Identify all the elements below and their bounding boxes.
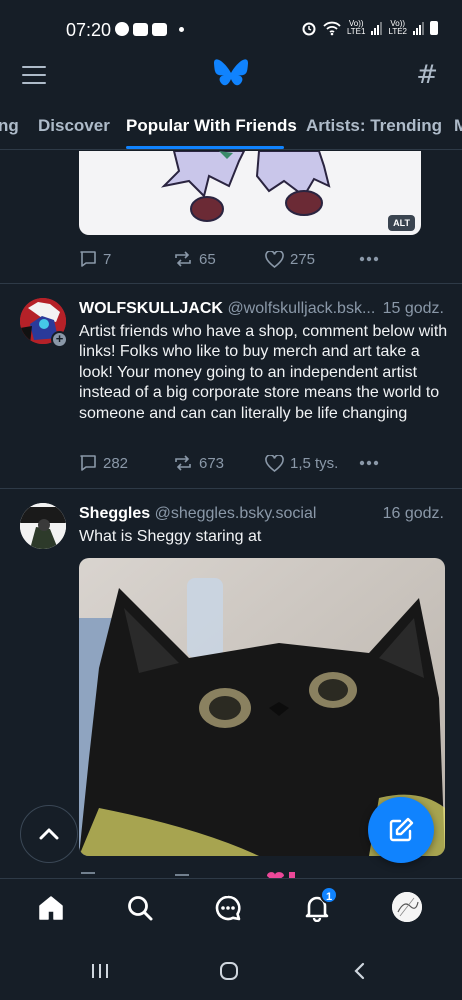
reply-count: 282 — [103, 454, 129, 472]
messenger-icon — [115, 22, 129, 36]
like-count: 275 — [290, 250, 316, 268]
recent-apps-button[interactable] — [91, 962, 109, 985]
chat-bubble-icon — [215, 895, 241, 921]
home-circle-icon — [220, 962, 238, 980]
alarm-icon — [302, 22, 316, 36]
nav-profile-avatar[interactable] — [392, 892, 422, 922]
previous-post-actions: 7 65 275 — [79, 249, 379, 269]
chevron-left-icon — [354, 962, 365, 980]
alt-text-badge[interactable]: ALT — [388, 215, 415, 231]
reply-count: 7 — [103, 250, 112, 268]
repost-button[interactable]: 673 — [173, 454, 224, 472]
previous-post-image[interactable]: ALT — [79, 151, 421, 235]
repost-icon — [175, 455, 191, 471]
post-divider — [0, 488, 462, 489]
reply-icon — [80, 455, 96, 471]
cartoon-illustration — [160, 151, 331, 222]
status-system-icons: Vo)) LTE1 Vo)) LTE2 — [301, 20, 438, 36]
home-icon — [39, 896, 63, 920]
reply-button[interactable]: 7 — [79, 250, 111, 268]
repost-button[interactable]: 65 — [173, 250, 216, 268]
notification-count-badge: 1 — [320, 886, 338, 904]
post-divider — [0, 283, 462, 284]
post-actions: 282 673 1,5 tys. — [79, 453, 379, 473]
repost-icon — [175, 251, 191, 267]
youtube-icon — [152, 22, 167, 36]
status-notification-icons — [115, 22, 184, 36]
nav-chat[interactable] — [213, 893, 243, 923]
ellipsis-icon — [359, 460, 379, 466]
scroll-to-top-button[interactable] — [20, 805, 78, 863]
partial-action-icons — [81, 872, 295, 878]
compose-post-button[interactable] — [368, 797, 434, 863]
post-timestamp[interactable]: 16 godz. — [383, 505, 444, 523]
reply-icon — [80, 251, 96, 267]
tab-more[interactable]: M — [454, 116, 462, 136]
author-handle[interactable]: @wolfskulljack.bsk... — [227, 300, 375, 317]
nav-home[interactable] — [36, 893, 66, 923]
hash-icon[interactable]: # — [416, 60, 438, 90]
status-bar: 07:20 Vo)) LTE1 Vo)) LTE2 — [0, 0, 462, 54]
battery-icon — [430, 21, 438, 35]
author-handle[interactable]: @sheggles.bsky.social — [155, 505, 317, 522]
top-app-bar: # — [0, 54, 462, 98]
ellipsis-icon — [359, 256, 379, 262]
youtube-icon — [133, 22, 148, 36]
tab-discover[interactable]: Discover — [38, 116, 110, 136]
sim1-signal-icon — [371, 21, 383, 35]
heart-icon — [265, 250, 284, 268]
sim1-label: Vo)) LTE1 — [346, 19, 366, 36]
sim2-signal-icon — [413, 21, 424, 35]
reply-button[interactable]: 282 — [79, 454, 128, 472]
active-tab-indicator — [126, 146, 284, 149]
avatar[interactable] — [20, 503, 66, 549]
like-button[interactable]: 275 — [265, 250, 316, 268]
post-text: What is Sheggy staring at — [79, 528, 262, 545]
back-button[interactable] — [352, 962, 366, 985]
chevron-up-icon — [39, 828, 59, 840]
sim2-label: Vo)) LTE2 — [388, 19, 407, 36]
compose-pencil-icon — [389, 817, 414, 842]
sheggles-avatar-image — [20, 503, 66, 549]
author-name[interactable]: WOLFSKULLJACK — [79, 300, 223, 317]
feed-tabs: ng Discover Popular With Friends Artists… — [0, 100, 462, 150]
follow-plus-icon[interactable]: + — [51, 331, 68, 348]
tab-following[interactable]: ng — [0, 116, 19, 136]
wifi-icon — [323, 21, 341, 36]
post-timestamp[interactable]: 15 godz. — [383, 300, 444, 318]
profile-sketch-image — [392, 892, 422, 922]
home-system-button[interactable] — [219, 962, 239, 985]
android-navigation-bar — [0, 940, 462, 1000]
recent-apps-icon — [92, 964, 108, 978]
nav-search[interactable] — [125, 893, 155, 923]
tab-popular-with-friends[interactable]: Popular With Friends — [126, 116, 297, 136]
post-actions-partial — [79, 866, 379, 878]
more-options-button[interactable] — [359, 256, 379, 262]
more-options-button[interactable] — [359, 460, 379, 466]
like-button[interactable]: 1,5 tys. — [265, 454, 339, 472]
butterfly-logo-icon[interactable] — [213, 58, 249, 90]
repost-count: 673 — [199, 454, 225, 472]
status-time: 07:20 — [66, 20, 112, 40]
like-count: 1,5 tys. — [290, 454, 339, 472]
author-name[interactable]: Sheggles — [79, 505, 150, 522]
post-text: Artist friends who have a shop, comment … — [79, 323, 448, 422]
more-notifications-dot-icon — [179, 26, 184, 32]
search-icon — [128, 896, 153, 921]
heart-icon — [265, 454, 284, 472]
tab-artists-trending[interactable]: Artists: Trending — [306, 116, 442, 136]
repost-count: 65 — [199, 250, 216, 268]
hamburger-menu-icon[interactable] — [22, 66, 46, 84]
